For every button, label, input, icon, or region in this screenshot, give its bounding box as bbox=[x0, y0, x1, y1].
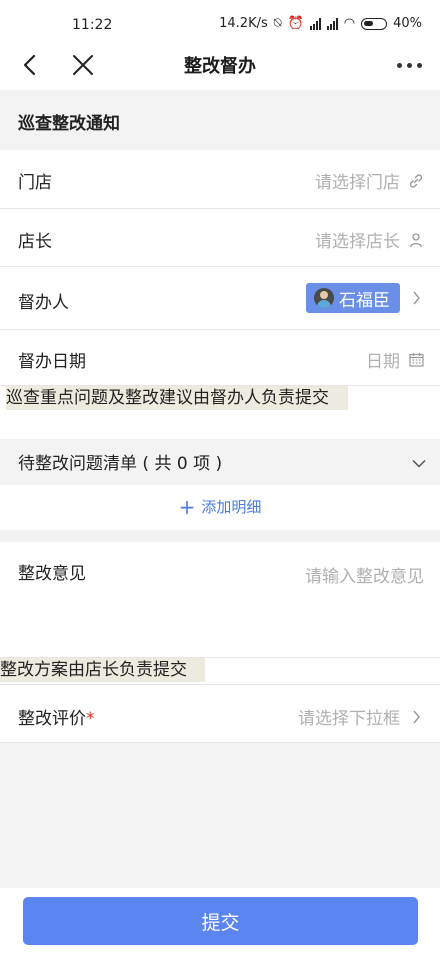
manager-field[interactable]: 店长 请选择店长 bbox=[0, 209, 440, 267]
opinion-field[interactable]: 整改意见 请输入整改意见 bbox=[0, 542, 440, 658]
manager-note: 整改方案由店长负责提交 bbox=[0, 658, 205, 682]
date-picker[interactable]: 日期 bbox=[366, 347, 424, 372]
store-placeholder: 请选择门店 bbox=[315, 173, 400, 193]
mute-icon: ⍉ bbox=[273, 16, 282, 31]
manager-placeholder: 请选择店长 bbox=[315, 232, 400, 252]
required-mark: * bbox=[86, 709, 95, 729]
supervise-date-label: 督办日期 bbox=[18, 352, 86, 372]
store-field[interactable]: 门店 请选择门店 bbox=[0, 150, 440, 209]
empty-area bbox=[0, 743, 440, 888]
chevron-right-icon bbox=[408, 290, 424, 306]
plus-icon: + bbox=[178, 494, 196, 519]
section-title: 巡查整改通知 bbox=[18, 114, 120, 134]
calendar-icon bbox=[408, 352, 424, 368]
section-header: 巡查整改通知 bbox=[0, 90, 440, 150]
signal-hd-icon bbox=[309, 17, 321, 30]
alarm-icon: ⏰ bbox=[287, 16, 304, 31]
manager-label: 店长 bbox=[18, 232, 52, 252]
opinion-label: 整改意见 bbox=[18, 564, 86, 584]
opinion-input[interactable]: 请输入整改意见 bbox=[305, 562, 424, 587]
more-button[interactable] bbox=[392, 50, 426, 80]
supervisor-label: 督办人 bbox=[18, 293, 69, 313]
evaluation-placeholder: 请选择下拉框 bbox=[298, 709, 400, 729]
more-icon bbox=[396, 62, 422, 68]
store-label: 门店 bbox=[18, 173, 52, 193]
store-picker[interactable]: 请选择门店 bbox=[315, 168, 424, 193]
chevron-right-icon bbox=[408, 709, 424, 725]
supervisor-note: 巡查重点问题及整改建议由督办人负责提交 bbox=[6, 386, 348, 410]
status-time: 11:22 bbox=[72, 17, 113, 33]
chevron-down-icon bbox=[412, 453, 426, 472]
supervise-date-field[interactable]: 督办日期 日期 bbox=[0, 330, 440, 386]
divider bbox=[0, 530, 440, 542]
issue-list-label: 待整改问题清单 ( 共 0 项 ) bbox=[18, 454, 223, 474]
submit-button[interactable]: 提交 bbox=[23, 897, 418, 945]
battery-icon bbox=[361, 17, 388, 30]
date-placeholder: 日期 bbox=[366, 352, 400, 372]
add-detail-button[interactable]: + 添加明细 bbox=[0, 485, 440, 530]
evaluation-select[interactable]: 请选择下拉框 bbox=[298, 704, 424, 729]
link-icon bbox=[408, 173, 424, 189]
supervisor-field[interactable]: 督办人 石福臣 bbox=[0, 267, 440, 330]
page-title: 整改督办 bbox=[184, 56, 256, 77]
signal-icon bbox=[326, 17, 338, 30]
battery-level: 40% bbox=[393, 16, 422, 31]
issue-list-header[interactable]: 待整改问题清单 ( 共 0 项 ) bbox=[0, 439, 440, 485]
manager-picker[interactable]: 请选择店长 bbox=[315, 227, 424, 252]
evaluation-label: 整改评价* bbox=[18, 704, 95, 729]
add-detail-label: 添加明细 bbox=[201, 498, 262, 516]
supervisor-tag[interactable]: 石福臣 bbox=[306, 283, 400, 313]
evaluation-field[interactable]: 整改评价* 请选择下拉框 bbox=[0, 684, 440, 743]
evaluation-label-text: 整改评价 bbox=[18, 709, 86, 729]
supervisor-name: 石福臣 bbox=[339, 290, 390, 311]
status-icons: 14.2K/s ⍉ ⏰ ◠ 40% bbox=[219, 16, 422, 31]
avatar bbox=[314, 288, 334, 308]
footer: 提交 bbox=[0, 888, 440, 953]
nav-bar: 整改督办 bbox=[0, 40, 440, 90]
wifi-icon: ◠ bbox=[343, 16, 356, 31]
supervisor-picker[interactable]: 石福臣 bbox=[306, 283, 424, 313]
net-speed: 14.2K/s bbox=[219, 16, 268, 31]
person-icon bbox=[408, 232, 424, 248]
